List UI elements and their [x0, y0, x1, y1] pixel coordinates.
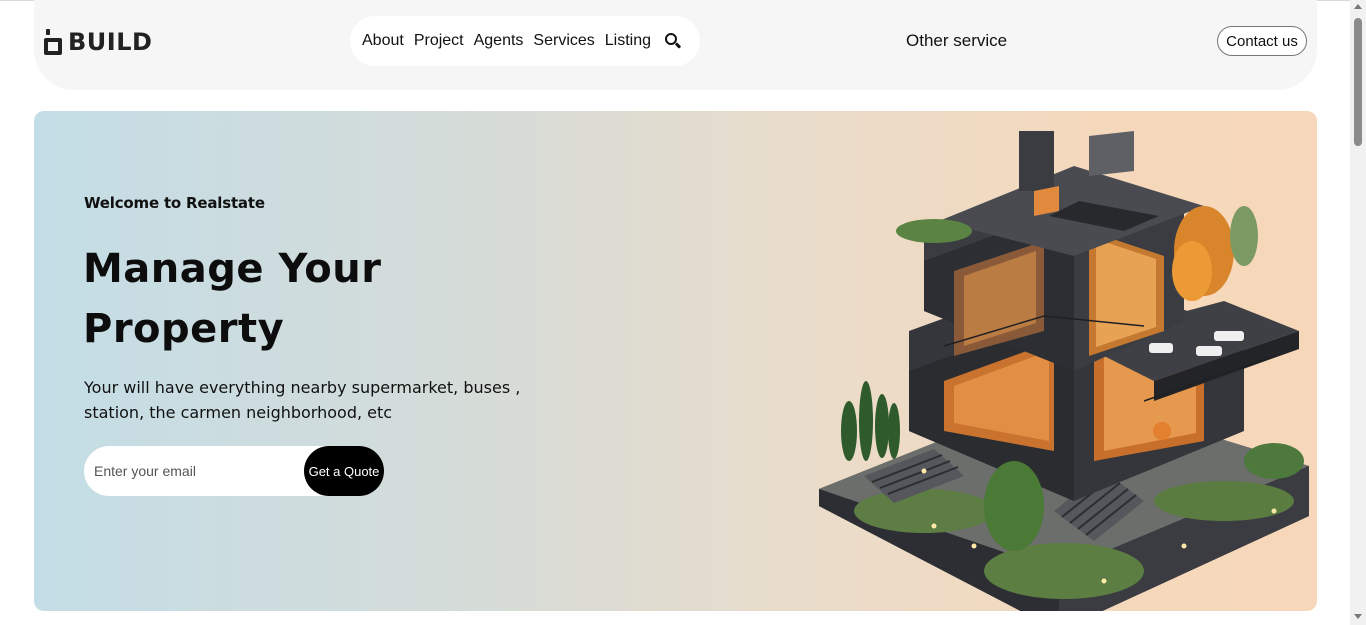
house-illustration [819, 131, 1309, 611]
main-nav: About Project Agents Services Listing [350, 16, 700, 66]
nav-link-agents[interactable]: Agents [474, 32, 524, 50]
nav-link-services[interactable]: Services [533, 32, 594, 50]
page: BUILD About Project Agents Services List… [0, 0, 1366, 625]
hero-section: Welcome to Realstate Manage Your Propert… [34, 111, 1317, 611]
scroll-up-arrow-icon[interactable] [1354, 4, 1362, 9]
hero-headline-line1: Manage Your [83, 246, 382, 292]
scroll-down-arrow-icon[interactable] [1354, 614, 1362, 619]
logo[interactable]: BUILD [44, 27, 152, 57]
other-service-link[interactable]: Other service [906, 31, 1007, 51]
site-header: BUILD About Project Agents Services List… [34, 0, 1317, 90]
email-input[interactable] [84, 446, 306, 496]
logo-text: BUILD [68, 28, 153, 56]
hero-subtext: Your will have everything nearby superma… [84, 378, 521, 422]
nav-link-listing[interactable]: Listing [605, 32, 651, 50]
logo-icon [44, 29, 62, 55]
get-quote-button[interactable]: Get a Quote [304, 446, 384, 496]
nav-link-project[interactable]: Project [414, 32, 464, 50]
hero-headline-line2: Property [83, 306, 285, 352]
hero-headline: Manage Your Property [83, 239, 563, 359]
email-form: Get a Quote [84, 446, 384, 496]
search-icon[interactable] [663, 31, 683, 51]
nav-link-about[interactable]: About [362, 32, 404, 50]
hero-welcome: Welcome to Realstate [84, 194, 265, 212]
scroll-thumb[interactable] [1354, 18, 1362, 146]
contact-us-button[interactable]: Contact us [1217, 26, 1307, 56]
vertical-scrollbar[interactable] [1350, 0, 1366, 625]
